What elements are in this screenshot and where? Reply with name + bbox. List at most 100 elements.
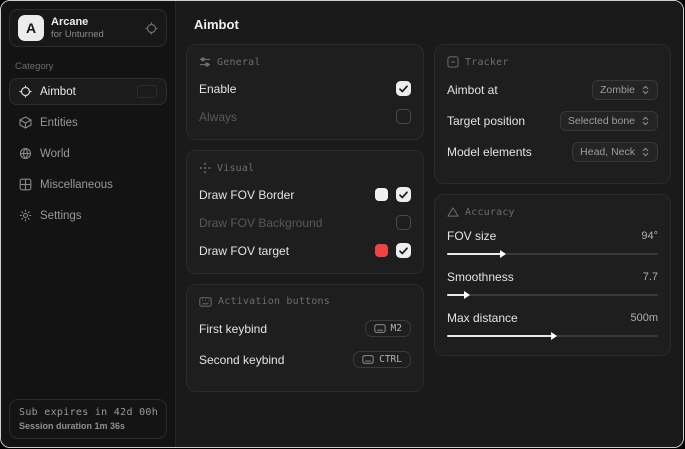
brand-title: Arcane xyxy=(51,16,138,29)
setting-label: Draw FOV Border xyxy=(199,188,294,202)
second-keybind-button[interactable]: CTRL xyxy=(353,351,411,368)
sidebar-item-label: Settings xyxy=(40,210,82,222)
sidebar-item-aimbot[interactable]: Aimbot xyxy=(9,78,167,105)
brand-logo: A xyxy=(18,15,44,41)
keyboard-icon xyxy=(374,324,386,333)
setting-label: Smoothness xyxy=(447,270,514,284)
slider-value: 500m xyxy=(630,312,658,324)
setting-label: Target position xyxy=(447,114,525,128)
max-distance-group: Max distance 500m xyxy=(447,311,658,341)
setting-label: Aimbot at xyxy=(447,83,498,97)
aimbot-at-select[interactable]: Zombie xyxy=(592,80,658,100)
visual-card-header: Visual xyxy=(199,162,411,174)
slider-thumb[interactable] xyxy=(551,332,557,340)
setting-row: Target position Selected bone xyxy=(447,110,658,131)
check-icon xyxy=(399,191,408,199)
sidebar-item-label: Aimbot xyxy=(40,86,76,98)
color-swatch[interactable] xyxy=(375,244,388,257)
subscription-card: Sub expires in 42d 00h Session duration … xyxy=(9,399,167,439)
fov-size-slider[interactable] xyxy=(447,250,658,259)
setting-label: FOV size xyxy=(447,229,496,243)
smoothness-slider[interactable] xyxy=(447,291,658,300)
chevrons-up-down-icon xyxy=(641,147,650,157)
setting-label: Draw FOV target xyxy=(199,244,289,258)
max-distance-slider[interactable] xyxy=(447,332,658,341)
grid-icon xyxy=(19,178,32,191)
right-column: Tracker Aimbot at Zombie Target position… xyxy=(434,44,671,366)
setting-label: Model elements xyxy=(447,145,532,159)
tracker-card-header: Tracker xyxy=(447,56,658,68)
slider-fill xyxy=(447,335,553,337)
brand-subtitle: for Unturned xyxy=(51,29,138,40)
sidebar-item-world[interactable]: World xyxy=(9,140,167,167)
gear-icon xyxy=(19,209,32,222)
select-value: Zombie xyxy=(600,84,635,96)
crosshair-icon xyxy=(19,85,32,98)
chevrons-up-down-icon xyxy=(641,85,650,95)
accuracy-card: Accuracy FOV size 94° xyxy=(434,194,671,356)
first-keybind-button[interactable]: M2 xyxy=(365,320,411,337)
activation-card: Activation buttons First keybind M2 Seco… xyxy=(186,284,424,392)
keybind-value: CTRL xyxy=(379,354,402,365)
scan-icon xyxy=(447,56,459,68)
sidebar-item-entities[interactable]: Entities xyxy=(9,109,167,136)
chevrons-up-down-icon xyxy=(641,116,650,126)
fov-target-checkbox[interactable] xyxy=(396,243,411,258)
setting-label: Second keybind xyxy=(199,353,284,367)
setting-row: Draw FOV Border xyxy=(199,185,411,204)
setting-label: Always xyxy=(199,110,237,124)
sidebar-item-miscellaneous[interactable]: Miscellaneous xyxy=(9,171,167,198)
setting-controls xyxy=(375,243,411,258)
left-column: General Enable Always xyxy=(186,44,424,402)
accuracy-card-header: Accuracy xyxy=(447,206,658,218)
setting-label: Max distance xyxy=(447,311,518,325)
triangle-icon xyxy=(447,206,459,218)
color-swatch[interactable] xyxy=(375,188,388,201)
fov-background-checkbox[interactable] xyxy=(396,215,411,230)
select-value: Selected bone xyxy=(568,115,635,127)
slider-fill xyxy=(447,294,466,296)
sliders-icon xyxy=(199,56,211,68)
setting-controls xyxy=(375,187,411,202)
app-window: A Arcane for Unturned Category Aimbot xyxy=(0,0,684,448)
sidebar-item-label: Miscellaneous xyxy=(40,179,113,191)
tracker-card: Tracker Aimbot at Zombie Target position… xyxy=(434,44,671,184)
slider-value: 7.7 xyxy=(643,271,658,283)
smoothness-group: Smoothness 7.7 xyxy=(447,270,658,300)
check-icon xyxy=(399,247,408,255)
select-value: Head, Neck xyxy=(580,146,635,158)
fov-size-group: FOV size 94° xyxy=(447,229,658,259)
enable-checkbox[interactable] xyxy=(396,81,411,96)
setting-row: Always xyxy=(199,107,411,126)
brand-card: A Arcane for Unturned xyxy=(9,9,167,47)
brand-text: Arcane for Unturned xyxy=(51,16,138,41)
general-card-header: General xyxy=(199,56,411,68)
session-duration-text: Session duration 1m 36s xyxy=(19,421,157,431)
section-title: Tracker xyxy=(465,57,509,68)
section-title: Accuracy xyxy=(465,207,515,218)
sidebar-spacer xyxy=(9,233,167,399)
slider-thumb[interactable] xyxy=(464,291,470,299)
setting-row: First keybind M2 xyxy=(199,318,411,339)
keybind-value: M2 xyxy=(391,323,402,334)
category-label: Category xyxy=(15,61,161,72)
sidebar-item-settings[interactable]: Settings xyxy=(9,202,167,229)
crosshair-icon[interactable] xyxy=(145,22,158,35)
target-position-select[interactable]: Selected bone xyxy=(560,111,658,131)
keybind-hint xyxy=(137,85,157,98)
main-content: Aimbot General Enable xyxy=(176,1,683,447)
model-elements-select[interactable]: Head, Neck xyxy=(572,142,658,162)
setting-label: First keybind xyxy=(199,322,267,336)
slider-thumb[interactable] xyxy=(500,250,506,258)
sidebar-item-label: World xyxy=(40,148,70,160)
general-card: General Enable Always xyxy=(186,44,424,140)
setting-label: Draw FOV Background xyxy=(199,216,322,230)
check-icon xyxy=(399,85,408,93)
always-checkbox[interactable] xyxy=(396,109,411,124)
visual-card: Visual Draw FOV Border Draw FOV Backgrou… xyxy=(186,150,424,274)
page-title: Aimbot xyxy=(194,17,671,32)
cube-icon xyxy=(19,116,32,129)
fov-border-checkbox[interactable] xyxy=(396,187,411,202)
sub-expiry-text: Sub expires in 42d 00h xyxy=(19,407,157,418)
slider-value: 94° xyxy=(641,230,658,242)
